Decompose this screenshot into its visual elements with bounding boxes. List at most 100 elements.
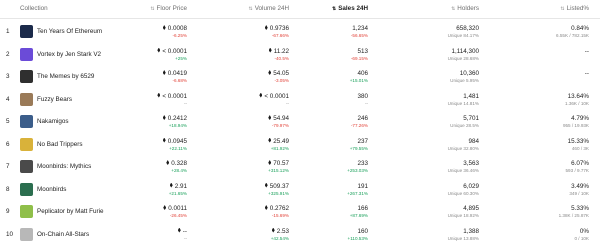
sort-icon[interactable]: ⇅: [560, 5, 564, 13]
listed-value: --: [584, 47, 589, 55]
sales-value: 160: [357, 227, 368, 235]
sales-change: +87.69%: [349, 213, 368, 218]
sort-icon[interactable]: ⇅: [150, 5, 154, 13]
listed-cell: 5.33% 1.38K / 25.87K: [559, 205, 589, 219]
collection-name[interactable]: Ten Years Of Ethereum: [37, 28, 102, 35]
floor-price-change: --: [183, 100, 187, 106]
holders-cell: 1,481 Unique 14.81%: [448, 93, 479, 107]
sales-cell: 160 +110.53%: [348, 228, 368, 242]
listed-cell: 15.33% 460 / 3K: [568, 138, 589, 152]
holders-cell: 10,360 Unique 5.95%: [450, 70, 479, 84]
table-row[interactable]: 7 Moonbirds: Mythics 0.328 +28.4% 70.57 +315.…: [0, 156, 600, 178]
collection-name[interactable]: The Memes by 6529: [37, 73, 94, 80]
collection-name[interactable]: Moonbirds: [37, 186, 66, 193]
unique-holders: Unique 60.30%: [447, 190, 479, 196]
sort-icon[interactable]: ⇅: [248, 5, 252, 13]
collection-thumbnail[interactable]: [20, 137, 33, 151]
sort-desc-icon[interactable]: ⇅: [332, 5, 336, 13]
table-row[interactable]: 1 Ten Years Of Ethereum 0.0008 -6.25% 0.9736…: [0, 21, 600, 43]
collection-thumbnail[interactable]: [20, 70, 33, 83]
floor-price-value: 0.328: [171, 160, 187, 167]
rank: 3: [6, 73, 10, 80]
sales-value: 233: [357, 160, 368, 167]
holders-value: 1,481: [463, 92, 479, 100]
listed-cell: 0.84% 6.55K / 782.15K: [556, 25, 589, 39]
sales-cell: 166 +87.69%: [350, 205, 368, 219]
collection-thumbnail[interactable]: [20, 92, 33, 106]
floor-price-value: 2.91: [174, 182, 187, 190]
listed-value: 0%: [579, 227, 589, 235]
table-row[interactable]: 2 Vortex by Jen Stark V2 < 0.0001 +25% 11.22…: [0, 44, 600, 66]
collection-thumbnail[interactable]: [20, 115, 33, 128]
eth-icon: [268, 137, 272, 143]
floor-price-cell: 0.0945 +22.11%: [162, 137, 187, 152]
volume-value: 54.94: [273, 115, 289, 122]
table-row[interactable]: 10 On-Chain All-Stars -- -- 2.53 +42.54% 160 +1…: [0, 224, 600, 246]
eth-icon: [264, 182, 268, 188]
header-volume-24h[interactable]: ⇅ Volume 24H: [248, 5, 289, 13]
sales-cell: 237 +79.55%: [350, 138, 368, 152]
header-sales-24h[interactable]: ⇅ Sales 24H: [332, 5, 368, 13]
collection-thumbnail[interactable]: [20, 182, 33, 196]
collection-name[interactable]: Peplicator by Matt Furie: [37, 208, 104, 215]
listed-cell: 4.79% 955 / 19.93K: [563, 115, 589, 129]
rank: 10: [6, 230, 14, 238]
collection-thumbnail[interactable]: [20, 47, 33, 61]
collection-thumbnail[interactable]: [20, 205, 33, 218]
floor-price-cell: 0.0008 -6.25%: [162, 25, 187, 39]
volume-change: --: [285, 100, 289, 106]
rank: 2: [6, 50, 10, 58]
sales-value: 406: [357, 70, 368, 77]
volume-cell: 2.53 +42.54%: [270, 227, 289, 242]
collection-thumbnail[interactable]: [20, 25, 33, 38]
floor-price-cell: 2.91 +21.65%: [169, 182, 187, 197]
table-row[interactable]: 6 No Bad Trippers 0.0945 +22.11% 25.49 +81.92…: [0, 134, 600, 156]
floor-price-change: +22.11%: [169, 145, 187, 151]
collection-name[interactable]: On-Chain All-Stars: [37, 231, 89, 238]
floor-price-change: -6.25%: [172, 33, 187, 38]
header-volume-label: Volume 24H: [254, 5, 289, 12]
listed-value: 0.84%: [571, 25, 589, 32]
listed-value: 13.64%: [567, 92, 589, 100]
eth-icon: [162, 137, 166, 143]
listed-value: 6.07%: [571, 160, 589, 167]
header-sales-label: Sales 24H: [338, 5, 368, 12]
header-listed[interactable]: ⇅ Listed%: [560, 5, 589, 13]
listed-value: --: [584, 70, 589, 77]
sales-change: +79.55%: [349, 145, 368, 151]
unique-holders: Unique 5.95%: [450, 78, 479, 83]
floor-price-cell: 0.2412 +18.94%: [162, 115, 187, 129]
listed-cell: --: [585, 70, 589, 78]
unique-holders: Unique 84.17%: [447, 33, 479, 38]
volume-change: +325.91%: [268, 190, 289, 196]
holders-value: 5,701: [463, 115, 479, 122]
table-row[interactable]: 5 Nakamigos 0.2412 +18.94% 54.94 -79.97% 246 -7…: [0, 111, 600, 133]
collection-thumbnail[interactable]: [20, 227, 33, 241]
collection-name[interactable]: Fuzzy Bears: [37, 96, 72, 103]
holders-value: 658,320: [456, 25, 479, 32]
unique-holders: Unique 14.81%: [447, 100, 479, 106]
collection-name[interactable]: No Bad Trippers: [37, 141, 83, 148]
volume-value: 25.49: [273, 137, 289, 145]
listed-value: 15.33%: [567, 137, 589, 145]
collection-name[interactable]: Vortex by Jen Stark V2: [37, 51, 101, 58]
header-holders[interactable]: ⇅ Holders: [451, 5, 479, 13]
volume-value: 509.37: [269, 182, 289, 190]
table-row[interactable]: 4 Fuzzy Bears < 0.0001 -- < 0.0001 -- 380 -- 1,4…: [0, 89, 600, 111]
holders-value: 4,895: [463, 205, 479, 212]
eth-icon: [268, 115, 272, 120]
eth-icon: [157, 92, 161, 98]
listed-value: 5.33%: [571, 205, 589, 212]
collection-name[interactable]: Moonbirds: Mythics: [37, 163, 91, 170]
holders-cell: 1,388 Unique 13.88%: [448, 228, 479, 242]
table-row[interactable]: 8 Moonbirds 2.91 +21.65% 509.37 +325.91% 191 +2…: [0, 179, 600, 201]
collection-name[interactable]: Nakamigos: [37, 118, 69, 125]
sort-icon[interactable]: ⇅: [451, 5, 455, 13]
floor-price-change: +25%: [175, 55, 187, 61]
volume-value: < 0.0001: [264, 92, 289, 100]
header-floor-price[interactable]: ⇅ Floor Price: [150, 5, 187, 13]
volume-change: +42.54%: [270, 235, 289, 241]
table-row[interactable]: 3 The Memes by 6529 0.0419 -6.68% 54.05 -3.05…: [0, 66, 600, 88]
collection-thumbnail[interactable]: [20, 160, 33, 173]
table-row[interactable]: 9 Peplicator by Matt Furie 0.0011 -26.45% 0.…: [0, 201, 600, 223]
